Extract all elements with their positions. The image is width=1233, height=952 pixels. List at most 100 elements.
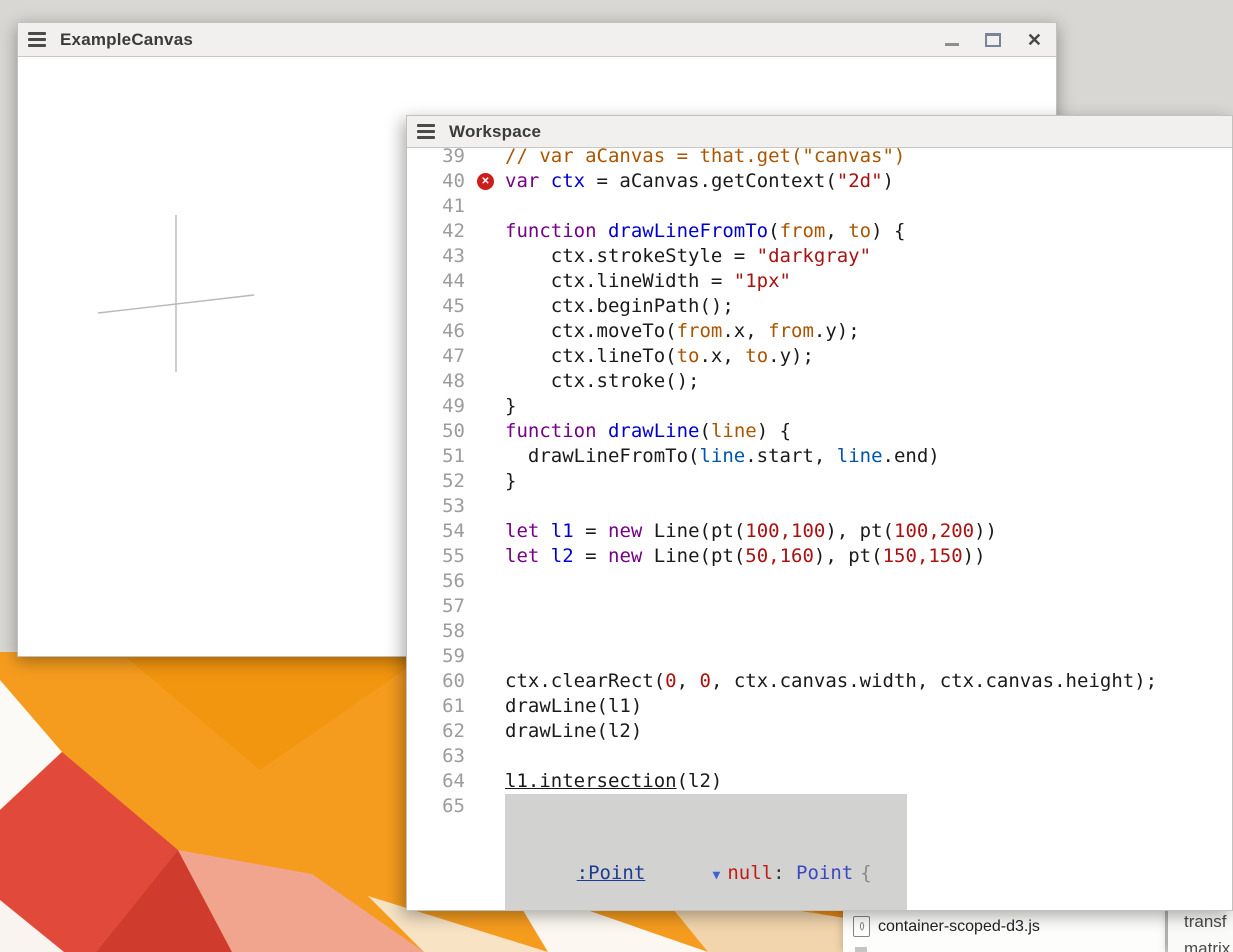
code-text [505, 569, 1232, 594]
code-line[interactable]: 39// var aCanvas = that.get("canvas") [407, 148, 1232, 169]
code-line[interactable]: 40✕var ctx = aCanvas.getContext("2d") [407, 169, 1232, 194]
window-title: ExampleCanvas [60, 30, 193, 50]
code-line[interactable]: 49} [407, 394, 1232, 419]
gutter-marker-slot [465, 719, 505, 744]
code-text: function drawLine(line) { [505, 419, 1232, 444]
maximize-icon[interactable] [985, 33, 1001, 47]
code-text [505, 619, 1232, 644]
gutter-marker-slot [465, 494, 505, 519]
code-text [505, 644, 1232, 669]
line-number: 60 [407, 669, 465, 694]
code-line[interactable]: 52} [407, 469, 1232, 494]
inspector-null-value: null [727, 862, 773, 884]
code-text: let l2 = new Line(pt(50,160), pt(150,150… [505, 544, 1232, 569]
code-line[interactable]: 51 drawLineFromTo(line.start, line.end) [407, 444, 1232, 469]
code-line[interactable]: 47 ctx.lineTo(to.x, to.y); [407, 344, 1232, 369]
close-icon[interactable]: ✕ [1027, 31, 1042, 49]
line-number: 52 [407, 469, 465, 494]
code-line[interactable]: 44 ctx.lineWidth = "1px" [407, 269, 1232, 294]
line-number: 50 [407, 419, 465, 444]
js-file-icon: ⟨⟩ [853, 916, 870, 937]
code-text: } [505, 469, 1232, 494]
clipped-label-matrix[interactable]: matrix [1184, 939, 1230, 952]
code-line[interactable]: 63 [407, 744, 1232, 769]
gutter-marker-slot [465, 644, 505, 669]
gutter-marker-slot [465, 219, 505, 244]
code-line[interactable]: 43 ctx.strokeStyle = "darkgray" [407, 244, 1232, 269]
example-canvas-titlebar[interactable]: ExampleCanvas ✕ [18, 23, 1056, 57]
code-text: :Point ▼null: Point{ ▶__proto__: Point{.… [505, 794, 1232, 910]
code-text [505, 194, 1232, 219]
code-editor[interactable]: 39// var aCanvas = that.get("canvas")40✕… [407, 148, 1232, 910]
code-text: let l1 = new Line(pt(100,100), pt(100,20… [505, 519, 1232, 544]
line-number: 57 [407, 594, 465, 619]
code-line[interactable]: 54 let l1 = new Line(pt(100,100), pt(100,… [407, 519, 1232, 544]
code-text [505, 744, 1232, 769]
code-line[interactable]: 65 :Point ▼null: Point{ ▶__proto__: Poin… [407, 794, 1232, 910]
line-number: 47 [407, 344, 465, 369]
code-line[interactable]: 55let l2 = new Line(pt(50,160), pt(150,1… [407, 544, 1232, 569]
code-line[interactable]: 50 function drawLine(line) { [407, 419, 1232, 444]
code-line[interactable]: 62drawLine(l2) [407, 719, 1232, 744]
code-line[interactable]: 53 [407, 494, 1232, 519]
line-number: 41 [407, 194, 465, 219]
workspace-titlebar[interactable]: Workspace [407, 116, 1232, 148]
code-text: drawLine(l2) [505, 719, 1232, 744]
minimize-icon[interactable] [945, 34, 959, 46]
gutter-marker-slot [465, 619, 505, 644]
line-number: 59 [407, 644, 465, 669]
gutter-marker-slot: ✕ [465, 169, 505, 194]
code-line[interactable]: 56 [407, 569, 1232, 594]
window-controls: ✕ [945, 31, 1042, 49]
code-line[interactable]: 60 ctx.clearRect(0, 0, ctx.canvas.width, … [407, 669, 1232, 694]
line-number: 46 [407, 319, 465, 344]
code-line[interactable]: 45 ctx.beginPath(); [407, 294, 1232, 319]
code-text: ctx.strokeStyle = "darkgray" [505, 244, 1232, 269]
gutter-marker-slot [465, 294, 505, 319]
gutter-marker-slot [465, 148, 505, 169]
code-text: var ctx = aCanvas.getContext("2d") [505, 169, 1232, 194]
code-text [505, 494, 1232, 519]
line-number: 42 [407, 219, 465, 244]
line-number: 54 [407, 519, 465, 544]
code-line[interactable]: 48 ctx.stroke(); [407, 369, 1232, 394]
code-line[interactable]: 59 [407, 644, 1232, 669]
colon-separator: : [773, 862, 796, 884]
code-line[interactable]: 58 [407, 619, 1232, 644]
gutter-marker-slot [465, 444, 505, 469]
gutter-marker-slot [465, 344, 505, 369]
code-text: drawLineFromTo(line.start, line.end) [505, 444, 1232, 469]
gutter-marker-slot [465, 519, 505, 544]
code-text: } [505, 394, 1232, 419]
code-text: ctx.clearRect(0, 0, ctx.canvas.width, ct… [505, 669, 1232, 694]
gutter-marker-slot [465, 744, 505, 769]
code-line[interactable]: 46 ctx.moveTo(from.x, from.y); [407, 319, 1232, 344]
menu-icon[interactable] [28, 32, 46, 47]
line-number: 49 [407, 394, 465, 419]
workspace-window: Workspace 39// var aCanvas = that.get("c… [406, 115, 1233, 911]
gutter-marker-slot [465, 369, 505, 394]
code-text: function drawLineFromTo(from, to) { [505, 219, 1232, 244]
error-icon[interactable]: ✕ [477, 173, 494, 190]
collapse-arrow-icon[interactable]: ▼ [713, 868, 721, 883]
code-line[interactable]: 41 [407, 194, 1232, 219]
line-number: 65 [407, 794, 465, 819]
gutter-marker-slot [465, 394, 505, 419]
gutter-marker-slot [465, 469, 505, 494]
line-number: 43 [407, 244, 465, 269]
gutter-marker-slot [465, 244, 505, 269]
code-line[interactable]: 61drawLine(l1) [407, 694, 1232, 719]
code-text: ctx.lineTo(to.x, to.y); [505, 344, 1232, 369]
line-number: 58 [407, 619, 465, 644]
clipped-label-transform[interactable]: transf [1184, 912, 1227, 932]
inspector-type-name: Point [796, 862, 853, 884]
line-number: 56 [407, 569, 465, 594]
code-text: drawLine(l1) [505, 694, 1232, 719]
code-text: ctx.beginPath(); [505, 294, 1232, 319]
file-code-glyph: ⟨⟩ [859, 921, 864, 932]
code-line[interactable]: 42 function drawLineFromTo(from, to) { [407, 219, 1232, 244]
line-number: 51 [407, 444, 465, 469]
code-line[interactable]: 57 [407, 594, 1232, 619]
code-line[interactable]: 64l1.intersection(l2) [407, 769, 1232, 794]
menu-icon[interactable] [417, 124, 435, 139]
